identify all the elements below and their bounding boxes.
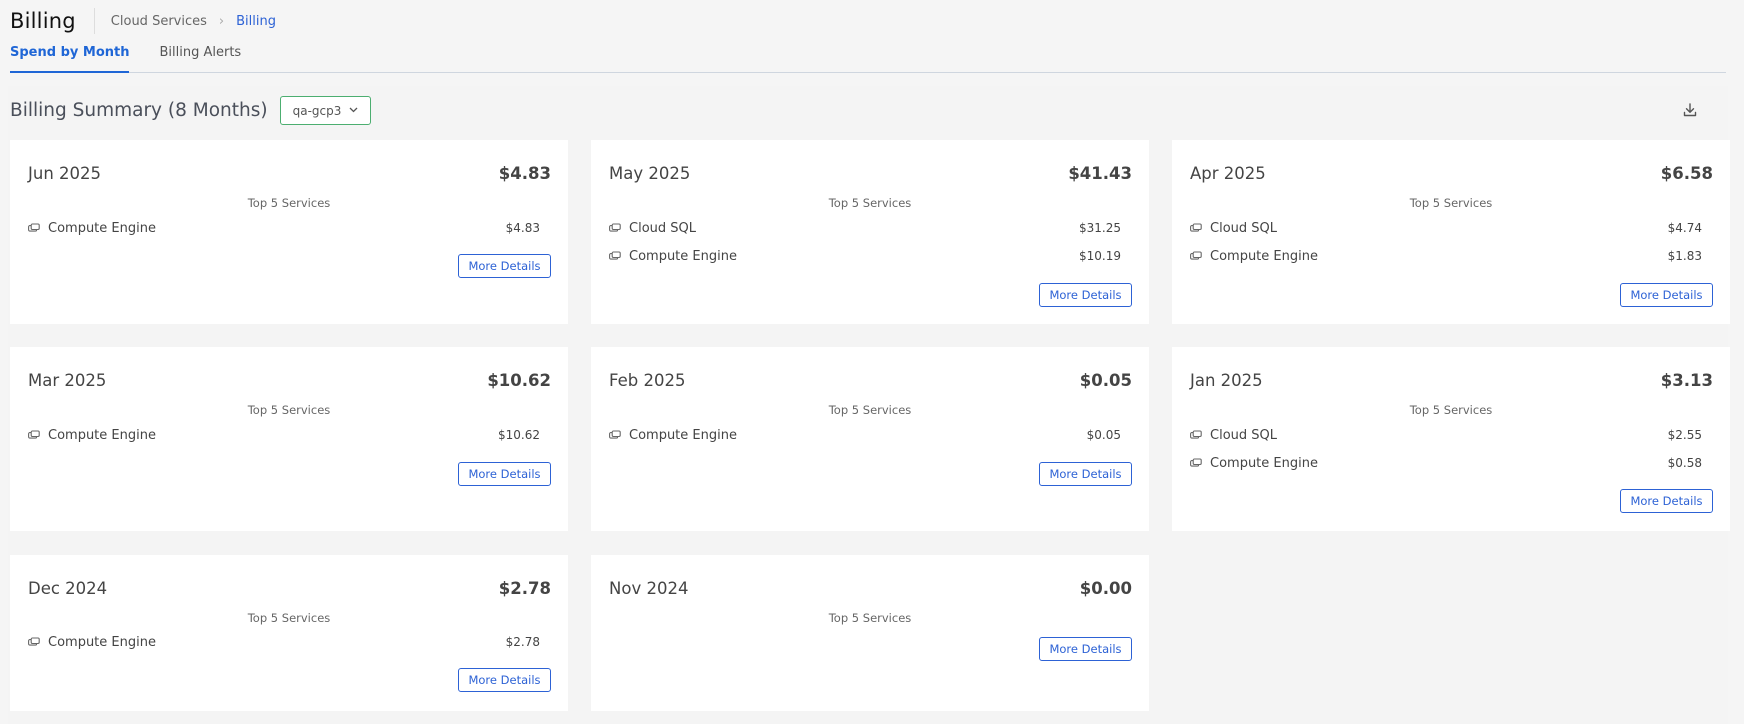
- service-icon: [609, 430, 621, 439]
- service-row: Cloud SQL $31.25: [609, 218, 1121, 238]
- service-icon: [1190, 458, 1202, 467]
- account-select[interactable]: qa-gcp3: [279, 96, 372, 125]
- page-title: Billing: [10, 9, 76, 33]
- page-header: Billing Cloud Services › Billing: [10, 6, 276, 36]
- card-total: $0.00: [1079, 579, 1132, 598]
- service-icon: [28, 430, 40, 439]
- service-name: Cloud SQL: [629, 220, 696, 236]
- service-name: Compute Engine: [48, 427, 156, 443]
- service-row: Compute Engine $2.78: [28, 632, 540, 652]
- service-cost: $4.74: [1667, 221, 1702, 235]
- billing-card: Mar 2025 $10.62 Top 5 Services Compute E…: [10, 347, 568, 531]
- card-subtitle: Top 5 Services: [1409, 403, 1493, 417]
- service-cost: $0.05: [1086, 428, 1121, 442]
- card-month: May 2025: [609, 164, 691, 183]
- summary-header: Billing Summary (8 Months) qa-gcp3: [10, 96, 372, 125]
- more-details-button[interactable]: More Details: [458, 462, 551, 486]
- service-name: Compute Engine: [629, 427, 737, 443]
- more-details-button[interactable]: More Details: [1620, 489, 1713, 513]
- billing-card: Nov 2024 $0.00 Top 5 Services More Detai…: [591, 555, 1149, 711]
- more-details-button[interactable]: More Details: [458, 254, 551, 278]
- account-select-value: qa-gcp3: [292, 103, 342, 118]
- tab-spend-by-month[interactable]: Spend by Month: [10, 42, 130, 73]
- billing-card: Feb 2025 $0.05 Top 5 Services Compute En…: [591, 347, 1149, 531]
- more-details-button[interactable]: More Details: [1039, 637, 1132, 661]
- service-name: Compute Engine: [629, 248, 737, 264]
- service-row: Cloud SQL $2.55: [1190, 425, 1702, 445]
- more-details-button[interactable]: More Details: [1039, 462, 1132, 486]
- service-row: Compute Engine $1.83: [1190, 246, 1702, 266]
- more-details-button[interactable]: More Details: [1620, 283, 1713, 307]
- billing-card: Jan 2025 $3.13 Top 5 Services Cloud SQL …: [1172, 347, 1730, 531]
- service-name: Compute Engine: [1210, 455, 1318, 471]
- service-icon: [28, 637, 40, 646]
- service-cost: $4.83: [505, 221, 540, 235]
- service-row: Compute Engine $10.62: [28, 425, 540, 445]
- service-row: Compute Engine $0.05: [609, 425, 1121, 445]
- card-subtitle: Top 5 Services: [247, 196, 331, 210]
- card-total: $41.43: [1068, 164, 1132, 183]
- card-month: Nov 2024: [609, 579, 689, 598]
- card-total: $2.78: [498, 579, 551, 598]
- service-name: Compute Engine: [48, 634, 156, 650]
- service-row: Compute Engine $0.58: [1190, 453, 1702, 473]
- service-icon: [1190, 430, 1202, 439]
- service-row: Compute Engine $10.19: [609, 246, 1121, 266]
- card-subtitle: Top 5 Services: [828, 196, 912, 210]
- service-icon: [609, 223, 621, 232]
- card-subtitle: Top 5 Services: [1409, 196, 1493, 210]
- breadcrumb-cloud-services[interactable]: Cloud Services: [111, 14, 207, 29]
- summary-title: Billing Summary (8 Months): [10, 100, 268, 121]
- service-icon: [1190, 223, 1202, 232]
- tab-billing-alerts[interactable]: Billing Alerts: [159, 42, 241, 72]
- service-cost: $31.25: [1079, 221, 1121, 235]
- service-cost: $0.58: [1667, 456, 1702, 470]
- service-icon: [28, 223, 40, 232]
- card-total: $3.13: [1660, 371, 1713, 390]
- download-icon[interactable]: [1682, 102, 1700, 120]
- card-total: $10.62: [487, 371, 551, 390]
- service-name: Compute Engine: [48, 220, 156, 236]
- card-subtitle: Top 5 Services: [828, 611, 912, 625]
- card-subtitle: Top 5 Services: [828, 403, 912, 417]
- billing-card: Apr 2025 $6.58 Top 5 Services Cloud SQL …: [1172, 140, 1730, 324]
- service-cost: $2.78: [505, 635, 540, 649]
- more-details-button[interactable]: More Details: [458, 668, 551, 692]
- service-cost: $10.19: [1079, 249, 1121, 263]
- service-icon: [609, 251, 621, 260]
- chevron-down-icon: [349, 105, 358, 116]
- tab-bar: Spend by Month Billing Alerts: [10, 42, 1726, 73]
- service-row: Compute Engine $4.83: [28, 218, 540, 238]
- card-month: Dec 2024: [28, 579, 108, 598]
- service-row: Cloud SQL $4.74: [1190, 218, 1702, 238]
- card-month: Jun 2025: [28, 164, 102, 183]
- service-cost: $2.55: [1667, 428, 1702, 442]
- card-month: Apr 2025: [1190, 164, 1266, 183]
- card-subtitle: Top 5 Services: [247, 403, 331, 417]
- service-name: Cloud SQL: [1210, 220, 1277, 236]
- service-name: Compute Engine: [1210, 248, 1318, 264]
- card-subtitle: Top 5 Services: [247, 611, 331, 625]
- billing-card: May 2025 $41.43 Top 5 Services Cloud SQL…: [591, 140, 1149, 324]
- billing-card: Dec 2024 $2.78 Top 5 Services Compute En…: [10, 555, 568, 711]
- service-cost: $10.62: [498, 428, 540, 442]
- service-name: Cloud SQL: [1210, 427, 1277, 443]
- breadcrumb-separator: ›: [218, 13, 225, 29]
- breadcrumb-billing: Billing: [236, 13, 276, 29]
- service-icon: [1190, 251, 1202, 260]
- header-divider: [93, 8, 95, 34]
- card-month: Mar 2025: [28, 371, 107, 390]
- card-month: Feb 2025: [609, 371, 686, 390]
- card-total: $4.83: [498, 164, 551, 183]
- card-month: Jan 2025: [1190, 371, 1263, 390]
- more-details-button[interactable]: More Details: [1039, 283, 1132, 307]
- billing-card: Jun 2025 $4.83 Top 5 Services Compute En…: [10, 140, 568, 324]
- card-total: $6.58: [1660, 164, 1713, 183]
- service-cost: $1.83: [1667, 249, 1702, 263]
- card-total: $0.05: [1079, 371, 1132, 390]
